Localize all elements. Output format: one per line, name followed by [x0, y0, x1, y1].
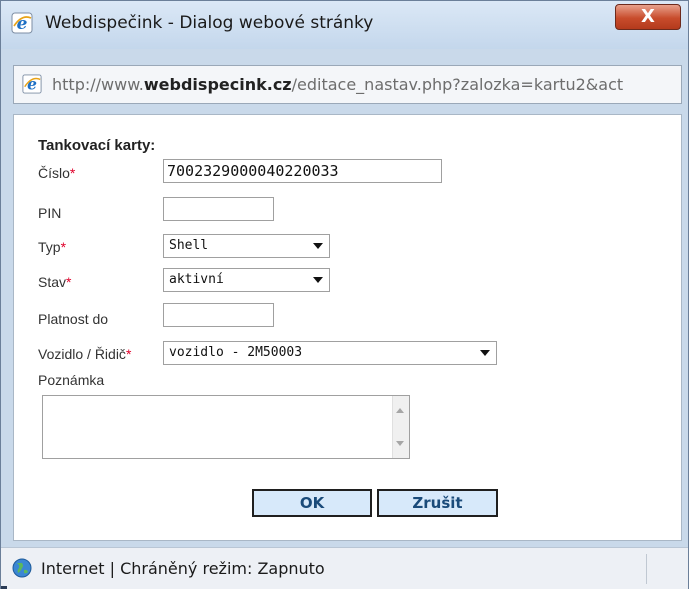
window-title: Webdispečink - Dialog webové stránky — [45, 13, 374, 33]
required-marker: * — [69, 165, 76, 181]
dialog-content: Tankovací karty: Číslo* 7002329000040220… — [13, 114, 682, 541]
pin-input[interactable] — [163, 197, 274, 221]
close-icon: X — [641, 6, 655, 27]
chevron-down-icon — [313, 243, 323, 249]
cislo-input[interactable]: 7002329000040220033 — [163, 159, 442, 183]
required-marker: * — [125, 346, 132, 362]
cancel-button[interactable]: Zrušit — [377, 489, 498, 517]
vozidlo-label: Vozidlo / Řidič* — [38, 346, 132, 362]
pin-label: PIN — [38, 205, 62, 221]
title-bar[interactable]: e Webdispečink - Dialog webové stránky X — [1, 1, 688, 49]
globe-icon — [12, 558, 32, 578]
platnost-input[interactable] — [163, 303, 274, 327]
status-text: Internet | Chráněný režim: Zapnuto — [41, 559, 325, 578]
cislo-label: Číslo* — [38, 165, 76, 181]
url-domain: webdispecink.cz — [143, 75, 292, 94]
dialog-window: e Webdispečink - Dialog webové stránky X… — [0, 0, 689, 589]
url-prefix: http://www. — [52, 75, 144, 94]
stav-label: Stav* — [38, 274, 72, 290]
section-title: Tankovací karty: — [38, 137, 156, 154]
page-ie-icon: e — [22, 74, 42, 94]
close-button[interactable]: X — [615, 4, 681, 30]
chevron-down-icon — [480, 350, 490, 356]
typ-select[interactable]: Shell — [163, 234, 330, 258]
required-marker: * — [66, 274, 72, 290]
status-bar: Internet | Chráněný režim: Zapnuto — [1, 547, 688, 589]
typ-label: Typ* — [38, 239, 67, 255]
url-text: http://www.webdispecink.cz/editace_nasta… — [52, 75, 623, 94]
chevron-down-icon — [313, 277, 323, 283]
poznamka-textarea[interactable] — [42, 395, 410, 459]
vozidlo-select[interactable]: vozidlo - 2M50003 — [163, 341, 497, 365]
required-marker: * — [60, 239, 67, 255]
poznamka-label: Poznámka — [38, 372, 105, 388]
ie-icon: e — [11, 12, 33, 34]
scroll-down-icon[interactable] — [396, 441, 404, 446]
address-bar[interactable]: e http://www.webdispecink.cz/editace_nas… — [13, 65, 682, 104]
status-divider — [646, 554, 647, 584]
url-path: /editace_nastav.php?zalozka=kartu2&act — [291, 75, 624, 94]
ok-button[interactable]: OK — [252, 489, 372, 517]
scroll-up-icon[interactable] — [396, 408, 404, 413]
stav-select[interactable]: aktivní — [163, 268, 330, 292]
textarea-scrollbar[interactable] — [392, 396, 409, 458]
svg-text:e: e — [27, 74, 37, 93]
platnost-label: Platnost do — [38, 311, 109, 327]
